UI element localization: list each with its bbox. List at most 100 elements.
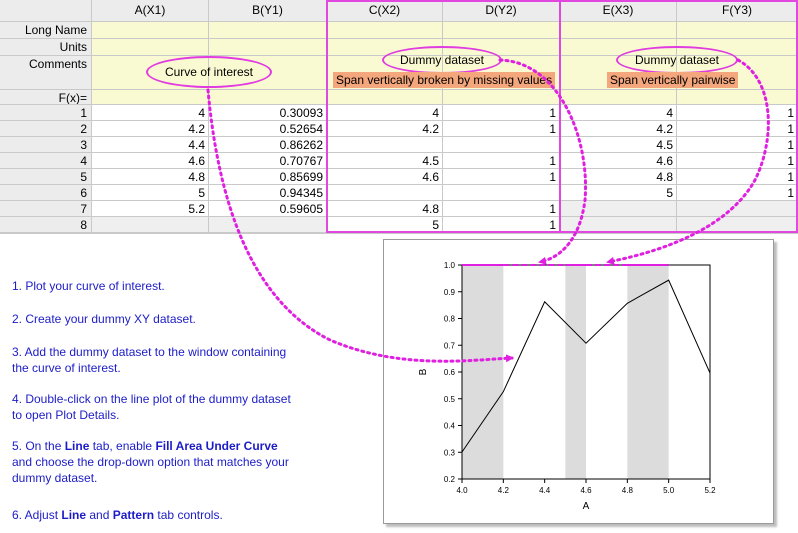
column-header-c[interactable]: C(X2) — [327, 0, 443, 22]
meta-cell-fx[interactable] — [327, 90, 443, 105]
corner-cell[interactable] — [0, 0, 92, 22]
meta-cell-fx[interactable] — [560, 90, 677, 105]
table-cell[interactable]: 4.6 — [560, 153, 677, 169]
row-number[interactable]: 7 — [0, 201, 92, 217]
graph-window[interactable]: 4.0 4.2 4.4 4.6 4.8 5.0 5.2 0.2 0.3 0.4 0.5 0.6 0.7 0… — [383, 239, 774, 524]
column-header-d[interactable]: D(Y2) — [443, 0, 560, 22]
table-cell[interactable]: 4.2 — [560, 121, 677, 137]
table-cell[interactable]: 4.6 — [92, 153, 209, 169]
span-pairwise-label: Span vertically pairwise — [607, 72, 739, 88]
span-broken-label: Span vertically broken by missing values — [333, 72, 556, 88]
table-cell[interactable]: 1 — [677, 121, 798, 137]
table-cell[interactable]: 4.8 — [560, 169, 677, 185]
table-cell[interactable]: 0.94345 — [209, 185, 327, 201]
table-cell[interactable]: 5 — [560, 185, 677, 201]
column-header-e[interactable]: E(X3) — [560, 0, 677, 22]
row-label-comments[interactable]: Comments — [0, 56, 92, 90]
table-cell[interactable] — [327, 137, 443, 153]
table-cell[interactable]: 1 — [677, 185, 798, 201]
column-header-a[interactable]: A(X1) — [92, 0, 209, 22]
table-cell[interactable]: 1 — [443, 121, 560, 137]
table-cell[interactable]: 0.85699 — [209, 169, 327, 185]
table-cell[interactable] — [443, 185, 560, 201]
row-label-long-name[interactable]: Long Name — [0, 22, 92, 39]
table-cell[interactable]: 1 — [443, 169, 560, 185]
meta-cell-units[interactable] — [92, 39, 209, 56]
table-cell[interactable]: 1 — [443, 105, 560, 121]
table-cell[interactable]: 1 — [677, 169, 798, 185]
row-number[interactable]: 1 — [0, 105, 92, 121]
x-tick-label: 4.6 — [580, 486, 592, 495]
meta-cell-long-name[interactable] — [327, 22, 443, 39]
table-cell[interactable]: 5 — [92, 185, 209, 201]
y-tick-label: 0.6 — [444, 368, 456, 377]
meta-cell-long-name[interactable] — [560, 22, 677, 39]
table-cell[interactable]: 1 — [443, 217, 560, 233]
table-cell[interactable]: 0.70767 — [209, 153, 327, 169]
table-cell[interactable]: 0.30093 — [209, 105, 327, 121]
table-cell[interactable]: 5 — [327, 217, 443, 233]
meta-cell-fx[interactable] — [443, 90, 560, 105]
row-number[interactable]: 8 — [0, 217, 92, 233]
meta-cell-fx[interactable] — [209, 90, 327, 105]
table-cell[interactable]: 0.86262 — [209, 137, 327, 153]
table-cell[interactable]: 4 — [327, 105, 443, 121]
meta-cell-long-name[interactable] — [677, 22, 798, 39]
table-cell[interactable]: 4.2 — [92, 121, 209, 137]
meta-cell-long-name[interactable] — [92, 22, 209, 39]
table-cell[interactable]: 4.8 — [92, 169, 209, 185]
table-cell[interactable] — [209, 217, 327, 233]
row-number[interactable]: 4 — [0, 153, 92, 169]
x-tick-label: 4.8 — [622, 486, 634, 495]
sheet-bottom-edge — [0, 233, 798, 234]
row-number[interactable]: 5 — [0, 169, 92, 185]
table-cell[interactable] — [677, 201, 798, 217]
y-tick-label: 0.7 — [444, 341, 456, 350]
table-cell[interactable]: 1 — [443, 201, 560, 217]
column-header-f[interactable]: F(Y3) — [677, 0, 798, 22]
column-header-b[interactable]: B(Y1) — [209, 0, 327, 22]
table-cell[interactable]: 1 — [443, 153, 560, 169]
table-cell[interactable]: 4.6 — [327, 169, 443, 185]
step-3-line-2: the curve of interest. — [12, 361, 121, 375]
row-label-units[interactable]: Units — [0, 39, 92, 56]
meta-cell-units[interactable] — [209, 39, 327, 56]
table-cell[interactable]: 1 — [677, 153, 798, 169]
step-2-text: 2. Create your dummy XY dataset. — [12, 312, 196, 326]
table-cell[interactable]: 4.4 — [92, 137, 209, 153]
meta-cell-long-name[interactable] — [443, 22, 560, 39]
table-cell[interactable]: 4.2 — [327, 121, 443, 137]
meta-cell-long-name[interactable] — [209, 22, 327, 39]
meta-cell-fx[interactable] — [677, 90, 798, 105]
x-axis-title: A — [583, 501, 590, 512]
step-6-line-tab: Line — [61, 508, 87, 522]
dummy-dataset-ellipse-1: Dummy dataset — [382, 46, 502, 74]
row-number[interactable]: 3 — [0, 137, 92, 153]
table-cell[interactable] — [677, 217, 798, 233]
row-number[interactable]: 6 — [0, 185, 92, 201]
table-cell[interactable]: 5.2 — [92, 201, 209, 217]
table-cell[interactable]: 4 — [560, 105, 677, 121]
meta-cell-fx[interactable] — [92, 90, 209, 105]
table-cell[interactable] — [92, 217, 209, 233]
table-cell[interactable]: 0.59605 — [209, 201, 327, 217]
table-cell[interactable] — [443, 137, 560, 153]
y-tick-label: 0.3 — [444, 448, 456, 457]
table-cell[interactable] — [560, 217, 677, 233]
table-cell[interactable]: 1 — [677, 137, 798, 153]
table-cell[interactable]: 0.52654 — [209, 121, 327, 137]
table-cell[interactable]: 1 — [677, 105, 798, 121]
table-cell[interactable] — [327, 185, 443, 201]
step-5-line-2: and choose the drop-down option that mat… — [12, 455, 289, 469]
row-number[interactable]: 2 — [0, 121, 92, 137]
step-5-fill-area: Fill Area Under Curve — [155, 439, 278, 453]
table-cell[interactable]: 4.8 — [327, 201, 443, 217]
row-label-fx[interactable]: F(x)= — [0, 90, 92, 105]
curve-of-interest-ellipse: Curve of interest — [146, 56, 272, 88]
y-axis-title: B — [418, 368, 429, 375]
step-5: 5. On the Line tab, enable Fill Area Und… — [12, 438, 342, 486]
table-cell[interactable]: 4.5 — [327, 153, 443, 169]
table-cell[interactable]: 4 — [92, 105, 209, 121]
table-cell[interactable]: 4.5 — [560, 137, 677, 153]
table-cell[interactable] — [560, 201, 677, 217]
